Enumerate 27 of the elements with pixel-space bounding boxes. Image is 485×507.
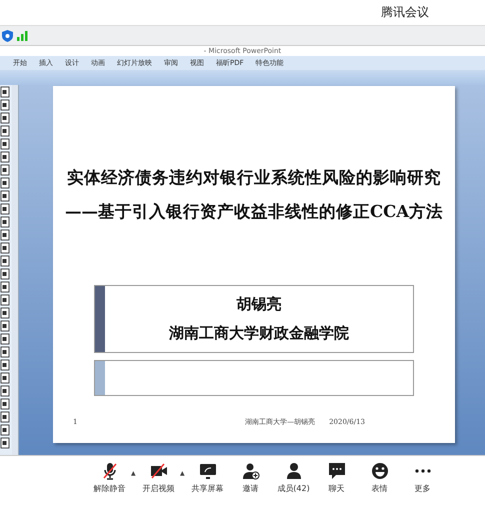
more-icon xyxy=(414,469,430,473)
accent-bar xyxy=(95,361,105,395)
author-name: 胡锡亮 xyxy=(236,295,282,314)
toolbar-button[interactable]: 更多 xyxy=(401,462,444,494)
slide-subtitle: ——基于引入银行资产收益非线性的修正CCA方法 xyxy=(64,201,444,223)
person-icon xyxy=(284,462,302,480)
toolbar-button[interactable]: 邀请 xyxy=(229,462,272,494)
toolbar-button[interactable]: 共享屏幕 xyxy=(186,462,229,494)
accent-bar xyxy=(95,286,105,352)
muted-microphone-icon xyxy=(100,462,118,480)
app-title: 腾讯会议 xyxy=(381,4,429,21)
slide-thumbnails-drawing[interactable] xyxy=(0,85,10,451)
scrollbar[interactable] xyxy=(12,85,19,455)
toolbar-button[interactable]: 表情 xyxy=(358,462,401,494)
toolbar-button[interactable]: 聊天 xyxy=(315,462,358,494)
smiley-icon xyxy=(370,462,388,480)
chat-icon xyxy=(328,462,346,480)
toolbar-button[interactable]: 开启视频 xyxy=(137,462,180,494)
toolbar-button[interactable]: 成员(42) xyxy=(272,462,315,494)
shield-icon xyxy=(2,30,13,42)
affiliation: 湖南工商大学财政金融学院 xyxy=(169,324,349,343)
add-person-icon xyxy=(242,462,260,480)
screen-icon xyxy=(198,462,216,480)
signal-icon xyxy=(17,30,28,40)
slide-title: 实体经济债务违约对银行业系统性风险的影响研究 xyxy=(67,167,441,189)
video-off-icon xyxy=(150,462,168,480)
toolbar-button[interactable]: 解除静音 xyxy=(88,462,131,494)
